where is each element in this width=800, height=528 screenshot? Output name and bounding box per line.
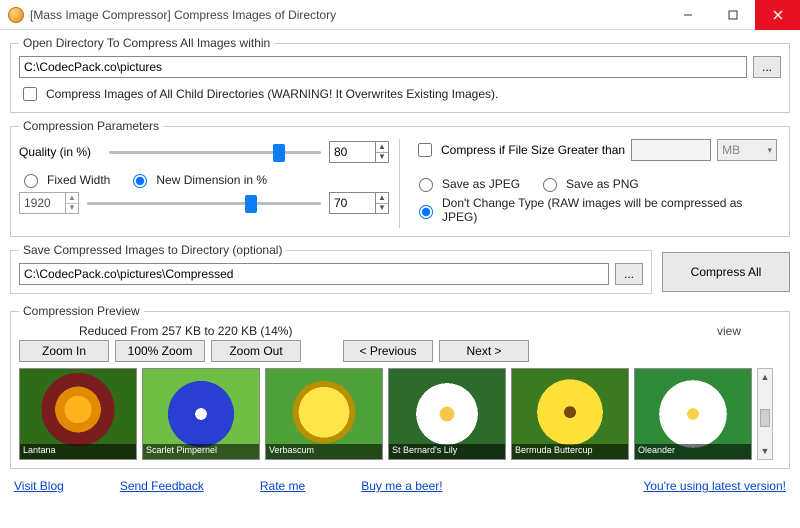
child-directories-label: Compress Images of All Child Directories… (46, 87, 498, 101)
save-png-radio[interactable] (543, 178, 557, 192)
save-jpeg-radio[interactable] (419, 178, 433, 192)
zoom-out-button[interactable]: Zoom Out (211, 340, 301, 362)
thumbnail-caption: Oleander (635, 444, 751, 459)
compress-if-label: Compress if File Size Greater than (441, 143, 625, 157)
size-unit-select: MB ▾ (717, 139, 777, 161)
dimension-value-input[interactable] (329, 192, 375, 214)
thumbnail-caption: Verbascum (266, 444, 382, 459)
source-directory-input[interactable] (19, 56, 747, 78)
compression-preview-group: Compression Preview Reduced From 257 KB … (10, 304, 790, 469)
dont-change-type-radio[interactable] (419, 205, 433, 219)
quality-slider[interactable] (109, 142, 321, 162)
browse-target-button[interactable]: ... (615, 263, 643, 285)
dimension-down-icon[interactable]: ▼ (376, 204, 388, 214)
view-label: view (717, 324, 741, 338)
fixed-width-value-input (19, 192, 65, 214)
footer-links: Visit Blog Send Feedback Rate me Buy me … (10, 475, 790, 493)
dimension-up-icon[interactable]: ▲ (376, 193, 388, 204)
previous-button[interactable]: < Previous (343, 340, 433, 362)
preview-scrollbar[interactable]: ▲ ▼ (757, 368, 773, 460)
dimension-slider[interactable] (87, 193, 321, 213)
visit-blog-link[interactable]: Visit Blog (14, 479, 64, 493)
child-directories-checkbox[interactable] (23, 87, 37, 101)
reduced-message: Reduced From 257 KB to 220 KB (14%) (79, 324, 292, 338)
fixed-width-spin: ▲▼ (19, 192, 79, 214)
scroll-down-icon[interactable]: ▼ (758, 443, 772, 459)
zoom-in-button[interactable]: Zoom In (19, 340, 109, 362)
zoom-100-button[interactable]: 100% Zoom (115, 340, 205, 362)
save-directory-legend: Save Compressed Images to Directory (opt… (19, 243, 286, 257)
size-unit-value: MB (722, 143, 740, 157)
preview-thumbnail[interactable]: St Bernard's Lily (388, 368, 506, 460)
minimize-button[interactable] (665, 0, 710, 30)
quality-label: Quality (in %) (19, 145, 101, 159)
window-title: [Mass Image Compressor] Compress Images … (30, 8, 665, 22)
thumbnail-caption: St Bernard's Lily (389, 444, 505, 459)
preview-thumbnail[interactable]: Oleander (634, 368, 752, 460)
fixed-width-down-icon: ▼ (66, 204, 78, 214)
compression-parameters-group: Compression Parameters Quality (in %) ▲▼… (10, 119, 790, 237)
open-directory-legend: Open Directory To Compress All Images wi… (19, 36, 274, 50)
save-directory-group: Save Compressed Images to Directory (opt… (10, 243, 652, 294)
compress-if-checkbox[interactable] (418, 143, 432, 157)
quality-spin[interactable]: ▲▼ (329, 141, 389, 163)
thumbnail-caption: Lantana (20, 444, 136, 459)
thumbnail-caption: Scarlet Pimpernel (143, 444, 259, 459)
dimension-spin[interactable]: ▲▼ (329, 192, 389, 214)
preview-thumbnail[interactable]: Scarlet Pimpernel (142, 368, 260, 460)
browse-source-button[interactable]: ... (753, 56, 781, 78)
app-icon (8, 7, 24, 23)
titlebar: [Mass Image Compressor] Compress Images … (0, 0, 800, 30)
save-png-label: Save as PNG (566, 177, 639, 191)
buy-beer-link[interactable]: Buy me a beer! (361, 479, 442, 493)
send-feedback-link[interactable]: Send Feedback (120, 479, 204, 493)
quality-value-input[interactable] (329, 141, 375, 163)
maximize-button[interactable] (710, 0, 755, 30)
scroll-up-icon[interactable]: ▲ (758, 369, 772, 385)
version-link[interactable]: You're using latest version! (643, 479, 786, 493)
compression-preview-legend: Compression Preview (19, 304, 144, 318)
preview-thumbnail[interactable]: Bermuda Buttercup (511, 368, 629, 460)
fixed-width-up-icon: ▲ (66, 193, 78, 204)
fixed-width-label: Fixed Width (47, 173, 110, 187)
scroll-handle[interactable] (760, 409, 770, 427)
rate-me-link[interactable]: Rate me (260, 479, 305, 493)
compress-if-value-input (631, 139, 711, 161)
quality-down-icon[interactable]: ▼ (376, 153, 388, 163)
chevron-down-icon: ▾ (768, 145, 773, 156)
close-button[interactable] (755, 0, 800, 30)
compress-all-button[interactable]: Compress All (662, 252, 790, 292)
preview-thumbnail[interactable]: Verbascum (265, 368, 383, 460)
preview-thumbnail[interactable]: Lantana (19, 368, 137, 460)
compression-parameters-legend: Compression Parameters (19, 119, 163, 133)
quality-up-icon[interactable]: ▲ (376, 142, 388, 153)
next-button[interactable]: Next > (439, 340, 529, 362)
new-dimension-radio[interactable] (133, 174, 147, 188)
thumbnail-caption: Bermuda Buttercup (512, 444, 628, 459)
target-directory-input[interactable] (19, 263, 609, 285)
open-directory-group: Open Directory To Compress All Images wi… (10, 36, 790, 113)
new-dimension-label: New Dimension in % (156, 173, 267, 187)
fixed-width-radio[interactable] (24, 174, 38, 188)
save-jpeg-label: Save as JPEG (442, 177, 520, 191)
dont-change-type-label: Don't Change Type (RAW images will be co… (442, 196, 781, 224)
